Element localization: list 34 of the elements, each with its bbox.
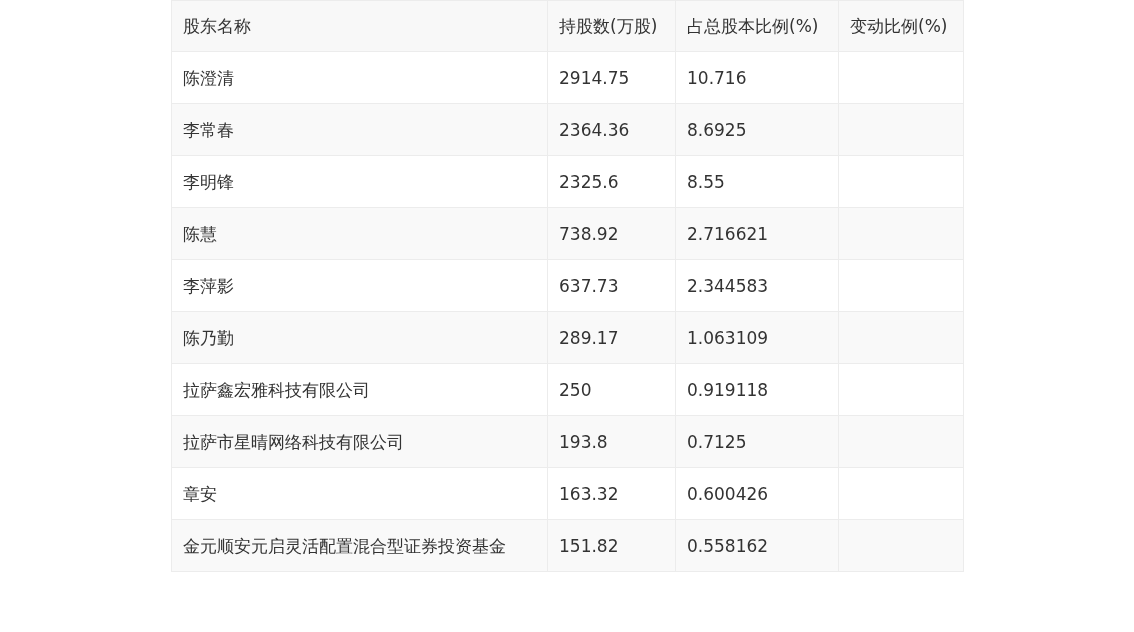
- table-cell: 0.919118: [675, 363, 839, 416]
- table-cell: 李明锋: [171, 155, 548, 208]
- table-cell: 10.716: [675, 51, 839, 104]
- table-cell: 拉萨市星晴网络科技有限公司: [171, 415, 548, 468]
- table-cell: 2.716621: [675, 207, 839, 260]
- table-cell: 738.92: [547, 207, 676, 260]
- table-cell: 金元顺安元启灵活配置混合型证券投资基金: [171, 519, 548, 572]
- table-cell: 0.7125: [675, 415, 839, 468]
- table-cell: 陈乃勤: [171, 311, 548, 364]
- table-cell: 2364.36: [547, 103, 676, 156]
- column-header: 持股数(万股): [547, 0, 676, 52]
- table-cell: 李萍影: [171, 259, 548, 312]
- table-cell: 2.344583: [675, 259, 839, 312]
- table-cell: 193.8: [547, 415, 676, 468]
- table-cell: 2914.75: [547, 51, 676, 104]
- table-cell: 8.55: [675, 155, 839, 208]
- table-cell: 章安: [171, 467, 548, 520]
- table-cell: 8.6925: [675, 103, 839, 156]
- table-cell: 0.558162: [675, 519, 839, 572]
- table-cell: 151.82: [547, 519, 676, 572]
- table-cell: 163.32: [547, 467, 676, 520]
- column-header: 占总股本比例(%): [675, 0, 839, 52]
- table-cell: 拉萨鑫宏雅科技有限公司: [171, 363, 548, 416]
- table-cell: 2325.6: [547, 155, 676, 208]
- column-header: 变动比例(%): [838, 0, 964, 52]
- column-header: 股东名称: [171, 0, 548, 52]
- table-cell: 1.063109: [675, 311, 839, 364]
- table-cell: 陈慧: [171, 207, 548, 260]
- table-cell: 289.17: [547, 311, 676, 364]
- table-cell: 李常春: [171, 103, 548, 156]
- table-cell: 250: [547, 363, 676, 416]
- table-cell: 0.600426: [675, 467, 839, 520]
- table-cell: 陈澄清: [171, 51, 548, 104]
- table-cell: 637.73: [547, 259, 676, 312]
